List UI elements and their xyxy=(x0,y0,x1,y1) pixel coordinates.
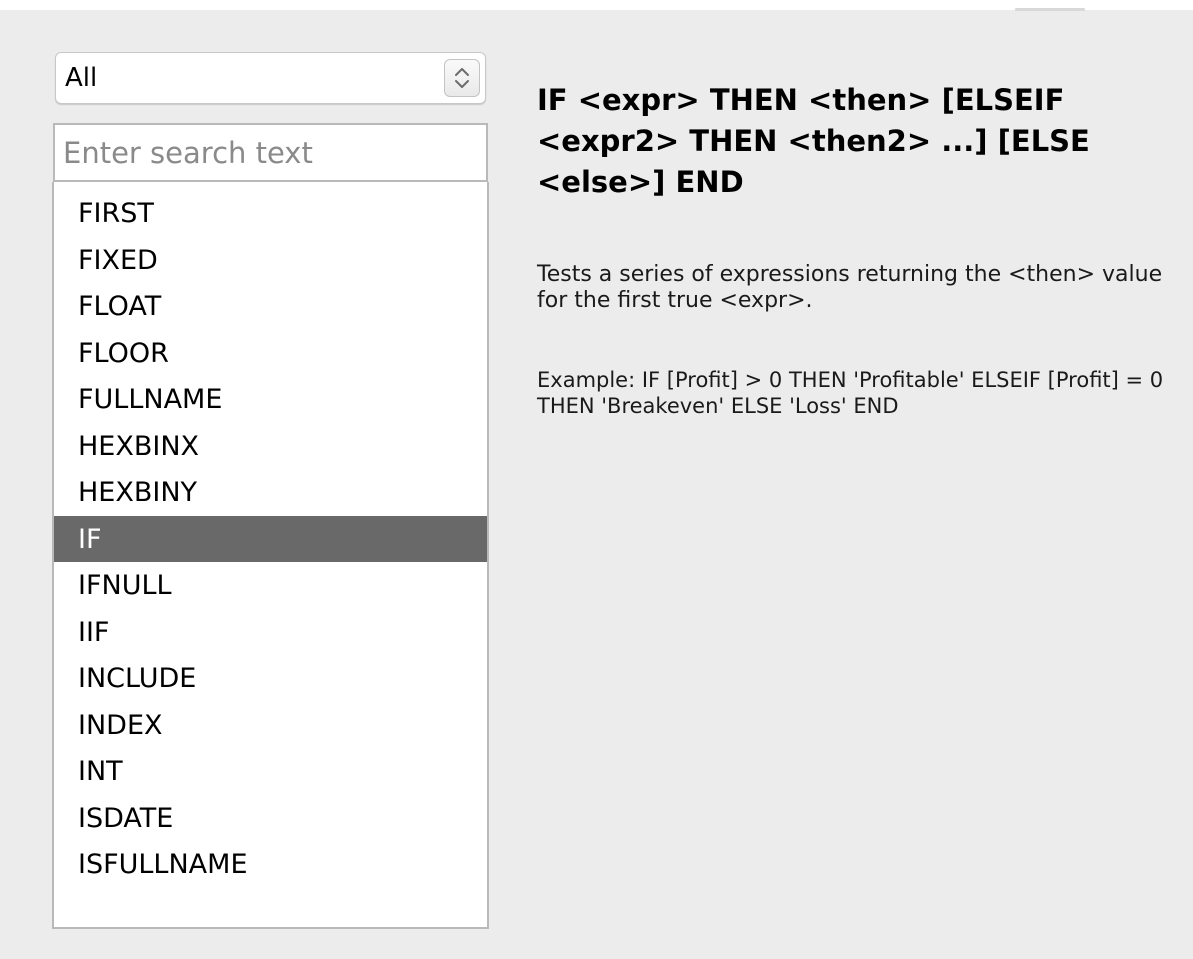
list-item-isdate[interactable]: ISDATE xyxy=(54,795,487,842)
category-select-value: All xyxy=(65,63,98,93)
list-item-include[interactable]: INCLUDE xyxy=(54,655,487,702)
function-example: Example: IF [Profit] > 0 THEN 'Profitabl… xyxy=(537,368,1164,418)
up-down-chevron-icon[interactable] xyxy=(444,59,480,97)
list-item-fixed[interactable]: FIXED xyxy=(54,237,487,284)
list-item-first[interactable]: FIRST xyxy=(54,190,487,237)
list-item-hexbinx[interactable]: HEXBINX xyxy=(54,423,487,470)
list-item-isfullname[interactable]: ISFULLNAME xyxy=(54,841,487,888)
list-top-spacer xyxy=(54,182,487,190)
category-select[interactable]: All xyxy=(55,52,486,104)
list-item-ifnull[interactable]: IFNULL xyxy=(54,562,487,609)
list-item-iif[interactable]: IIF xyxy=(54,609,487,656)
list-item-int[interactable]: INT xyxy=(54,748,487,795)
list-item-floor[interactable]: FLOOR xyxy=(54,330,487,377)
list-item-fullname[interactable]: FULLNAME xyxy=(54,376,487,423)
window-top-mark xyxy=(1015,8,1085,11)
function-description: Tests a series of expressions returning … xyxy=(537,262,1163,313)
function-list[interactable]: FIRST FIXED FLOAT FLOOR FULLNAME HEXBINX HEXBI… xyxy=(52,182,489,929)
list-item-index[interactable]: INDEX xyxy=(54,702,487,749)
list-item-hexbiny[interactable]: HEXBINY xyxy=(54,469,487,516)
function-syntax-title: IF <expr> THEN <then> [ELSEIF <expr2> TH… xyxy=(537,83,1090,199)
search-input[interactable] xyxy=(53,123,488,182)
list-item-if[interactable]: IF xyxy=(54,515,487,562)
list-item-float[interactable]: FLOAT xyxy=(54,283,487,330)
